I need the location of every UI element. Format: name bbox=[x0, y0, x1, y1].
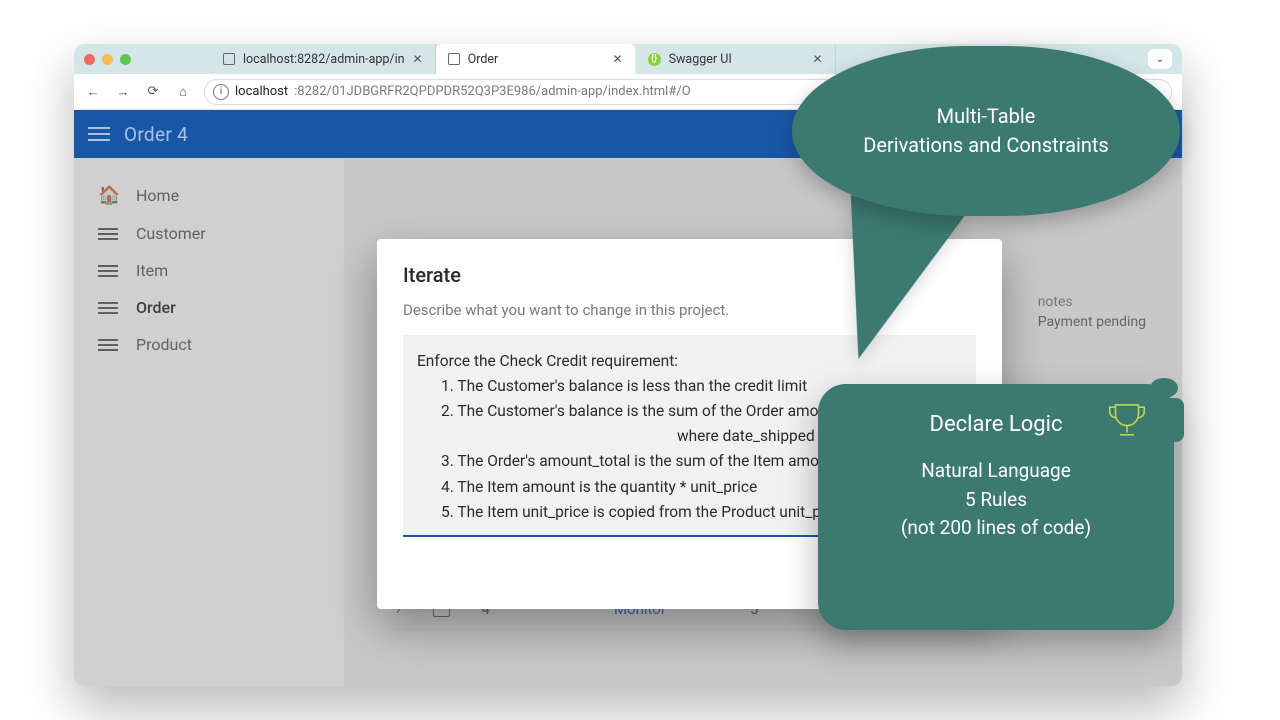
window-controls bbox=[84, 54, 131, 65]
hexagon-icon bbox=[448, 53, 460, 65]
trophy-icon bbox=[1104, 398, 1150, 444]
url-host: localhost bbox=[235, 84, 288, 99]
card-line: Natural Language bbox=[844, 457, 1148, 486]
back-icon[interactable]: ← bbox=[84, 84, 102, 100]
page-title: Order 4 bbox=[124, 123, 188, 146]
tab-label: Order bbox=[468, 52, 499, 67]
home-icon[interactable]: ⌂ bbox=[174, 84, 192, 100]
tab-overflow-button[interactable]: ⌄ bbox=[1148, 49, 1172, 69]
close-icon[interactable]: ✕ bbox=[613, 52, 623, 66]
tab-localhost[interactable]: localhost:8282/admin-app/in ✕ bbox=[211, 44, 436, 74]
callout-card: Declare Logic Natural Language 5 Rules (… bbox=[818, 384, 1174, 630]
card-tab bbox=[1148, 398, 1184, 442]
url-path: :8282/01JDBGRFR2QPDPDR52Q3P3E986/admin-a… bbox=[294, 84, 690, 99]
tab-label: localhost:8282/admin-app/in bbox=[243, 52, 405, 67]
card-title: Declare Logic bbox=[844, 412, 1148, 437]
minimize-window-icon[interactable] bbox=[102, 54, 113, 65]
menu-icon[interactable] bbox=[88, 127, 110, 141]
tab-swagger[interactable]: {} Swagger UI ✕ bbox=[636, 44, 836, 74]
tab-order[interactable]: Order ✕ bbox=[436, 44, 636, 74]
bubble-icon bbox=[1150, 378, 1178, 398]
close-icon[interactable]: ✕ bbox=[813, 52, 823, 66]
reload-icon[interactable]: ⟳ bbox=[144, 84, 162, 99]
callout-line: Derivations and Constraints bbox=[863, 131, 1108, 160]
card-line: (not 200 lines of code) bbox=[844, 514, 1148, 543]
callout-line: Multi-Table bbox=[937, 102, 1036, 131]
site-info-icon[interactable]: i bbox=[213, 84, 229, 100]
tab-label: Swagger UI bbox=[669, 52, 732, 67]
swagger-icon: {} bbox=[648, 53, 661, 66]
forward-icon[interactable]: → bbox=[114, 84, 132, 100]
close-window-icon[interactable] bbox=[84, 54, 95, 65]
close-icon[interactable]: ✕ bbox=[413, 52, 423, 66]
maximize-window-icon[interactable] bbox=[120, 54, 131, 65]
hexagon-icon bbox=[223, 53, 235, 65]
callout-bubble: Multi-Table Derivations and Constraints bbox=[792, 46, 1180, 216]
card-line: 5 Rules bbox=[844, 486, 1148, 515]
